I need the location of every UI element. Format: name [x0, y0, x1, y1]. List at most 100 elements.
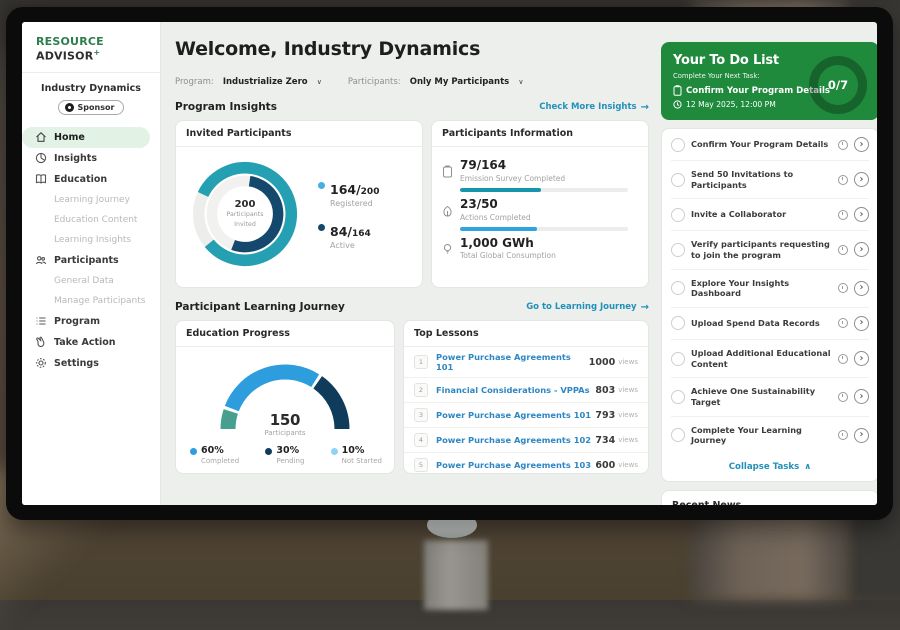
sidebar-item-settings[interactable]: Settings	[22, 353, 150, 374]
participants-icon	[35, 254, 47, 266]
sidebar-item-label: Insights	[54, 153, 97, 164]
task-checkbox[interactable]	[671, 390, 685, 404]
task-open-button[interactable]: ›	[854, 172, 869, 187]
program-filter-value: Industrialize Zero	[223, 77, 308, 87]
task-open-button[interactable]: ›	[854, 242, 869, 257]
clock-icon	[838, 354, 848, 364]
lesson-link[interactable]: Power Purchase Agreements 101	[436, 352, 589, 372]
task-open-button[interactable]: ›	[854, 428, 869, 443]
sidebar-item-learning-insights[interactable]: Learning Insights	[22, 230, 150, 250]
sidebar-item-insights[interactable]: Insights	[22, 148, 150, 169]
donut-center-label-1: Participants	[227, 210, 264, 219]
task-label: Verify participants requesting to join t…	[691, 239, 832, 260]
task-row: Invite a Collaborator ›	[671, 199, 869, 231]
invited-participants-card: Invited Participants 200	[175, 120, 423, 288]
card-title: Top Lessons	[404, 321, 648, 347]
task-checkbox[interactable]	[671, 208, 685, 222]
program-filter[interactable]: Program: Industrialize Zero ∨	[175, 69, 322, 88]
stat-label: Total Global Consumption	[460, 251, 556, 260]
participants-filter[interactable]: Participants: Only My Participants ∨	[348, 69, 524, 88]
gauge-center-label: Participants	[210, 429, 360, 437]
task-checkbox[interactable]	[671, 138, 685, 152]
sidebar-item-participants[interactable]: Participants	[22, 250, 150, 271]
check-more-insights-link[interactable]: Check More Insights →	[539, 102, 649, 113]
lesson-rank-badge: 1	[414, 355, 428, 369]
task-checkbox[interactable]	[671, 281, 685, 295]
legend-label: Active	[330, 241, 371, 250]
dashboard-screen: RESOURCE ADVISOR+ Industry Dynamics Spon…	[22, 22, 877, 505]
stat-value: 79/164	[460, 159, 628, 173]
task-row: Upload Additional Educational Content ›	[671, 340, 869, 378]
progress-track	[460, 188, 628, 192]
chevron-right-icon: ›	[860, 282, 864, 293]
chevron-right-icon: ›	[860, 353, 864, 364]
logo-primary: RESOURCE	[36, 35, 104, 48]
task-open-button[interactable]: ›	[854, 281, 869, 296]
task-open-button[interactable]: ›	[854, 137, 869, 152]
task-open-button[interactable]: ›	[854, 389, 869, 404]
task-checkbox[interactable]	[671, 352, 685, 366]
lesson-views: 1000	[589, 357, 615, 368]
program-insights-header: Program Insights Check More Insights →	[175, 101, 649, 113]
gauge-center-value: 150	[210, 411, 360, 429]
chevron-right-icon: ›	[860, 174, 864, 185]
lesson-link[interactable]: Power Purchase Agreements 101	[436, 410, 595, 420]
task-open-button[interactable]: ›	[854, 207, 869, 222]
legend-denominator: 200	[361, 187, 380, 197]
clock-icon	[838, 140, 848, 150]
task-checkbox[interactable]	[671, 173, 685, 187]
lesson-views: 803	[595, 385, 615, 396]
education-progress-card: Education Progress 150 Participants	[175, 320, 395, 474]
task-checkbox[interactable]	[671, 243, 685, 257]
stat-row: 23/50 Actions Completed	[442, 198, 636, 231]
lesson-row: 3 Power Purchase Agreements 101 793 view…	[404, 403, 648, 428]
collapse-tasks-link[interactable]: Collapse Tasks ∧	[671, 454, 869, 481]
sidebar-item-program[interactable]: Program	[22, 311, 150, 332]
task-open-button[interactable]: ›	[854, 351, 869, 366]
lesson-views: 734	[595, 435, 615, 446]
lesson-row: 2 Financial Considerations - VPPAs 803 v…	[404, 378, 648, 403]
filters-row: Program: Industrialize Zero ∨ Participan…	[175, 69, 649, 88]
lesson-link[interactable]: Power Purchase Agreements 102	[436, 435, 595, 445]
chevron-down-icon: ∨	[518, 78, 523, 86]
sidebar-item-general-data[interactable]: General Data	[22, 271, 150, 291]
todo-tasks-card: Confirm Your Program Details › Send 50 I…	[661, 128, 877, 482]
sidebar-item-home[interactable]: Home	[22, 127, 150, 148]
donut-legend: 164/200 Registered 84/164 Active	[318, 179, 379, 250]
education-gauge-chart: 150 Participants	[210, 357, 360, 437]
consumption-icon	[442, 237, 453, 261]
legend-dot	[331, 448, 338, 455]
recent-news-title: Recent News	[672, 500, 868, 505]
task-checkbox[interactable]	[671, 428, 685, 442]
task-row: Complete Your Learning Journey ›	[671, 417, 869, 454]
sidebar-nav: Home Insights Education Learning Journey…	[22, 127, 160, 374]
sidebar-item-take-action[interactable]: Take Action	[22, 332, 150, 353]
sidebar-item-education[interactable]: Education	[22, 169, 150, 190]
settings-icon	[35, 357, 47, 369]
task-checkbox[interactable]	[671, 316, 685, 330]
lesson-link[interactable]: Power Purchase Agreements 103	[436, 460, 595, 470]
go-to-learning-journey-link[interactable]: Go to Learning Journey →	[526, 302, 649, 313]
lesson-rank-badge: 2	[414, 383, 428, 397]
legend-dot	[265, 448, 272, 455]
app-logo: RESOURCE ADVISOR+	[22, 22, 160, 73]
legend-item-completed: 60% Completed	[190, 445, 239, 465]
sponsor-badge[interactable]: Sponsor	[58, 100, 125, 115]
learning-cards-row: Education Progress 150 Participants	[175, 320, 649, 474]
task-row: Achieve One Sustainability Target ›	[671, 378, 869, 416]
participants-filter-value: Only My Participants	[410, 77, 510, 87]
legend-label: Registered	[330, 199, 379, 208]
chevron-up-icon: ∧	[804, 462, 811, 472]
sidebar-item-label: Education Content	[54, 215, 137, 225]
program-icon	[35, 315, 47, 327]
sidebar-item-learning-journey[interactable]: Learning Journey	[22, 190, 150, 210]
lesson-link[interactable]: Financial Considerations - VPPAs	[436, 385, 595, 395]
invited-donut-chart: 200 Participants Invited	[184, 153, 306, 275]
chevron-right-icon: ›	[860, 317, 864, 328]
sidebar-item-education-content[interactable]: Education Content	[22, 210, 150, 230]
task-open-button[interactable]: ›	[854, 316, 869, 331]
views-suffix: views	[618, 436, 638, 444]
sidebar-item-manage-participants[interactable]: Manage Participants	[22, 291, 150, 311]
lesson-row: 5 Power Purchase Agreements 103 600 view…	[404, 453, 648, 474]
clock-icon	[838, 210, 848, 220]
